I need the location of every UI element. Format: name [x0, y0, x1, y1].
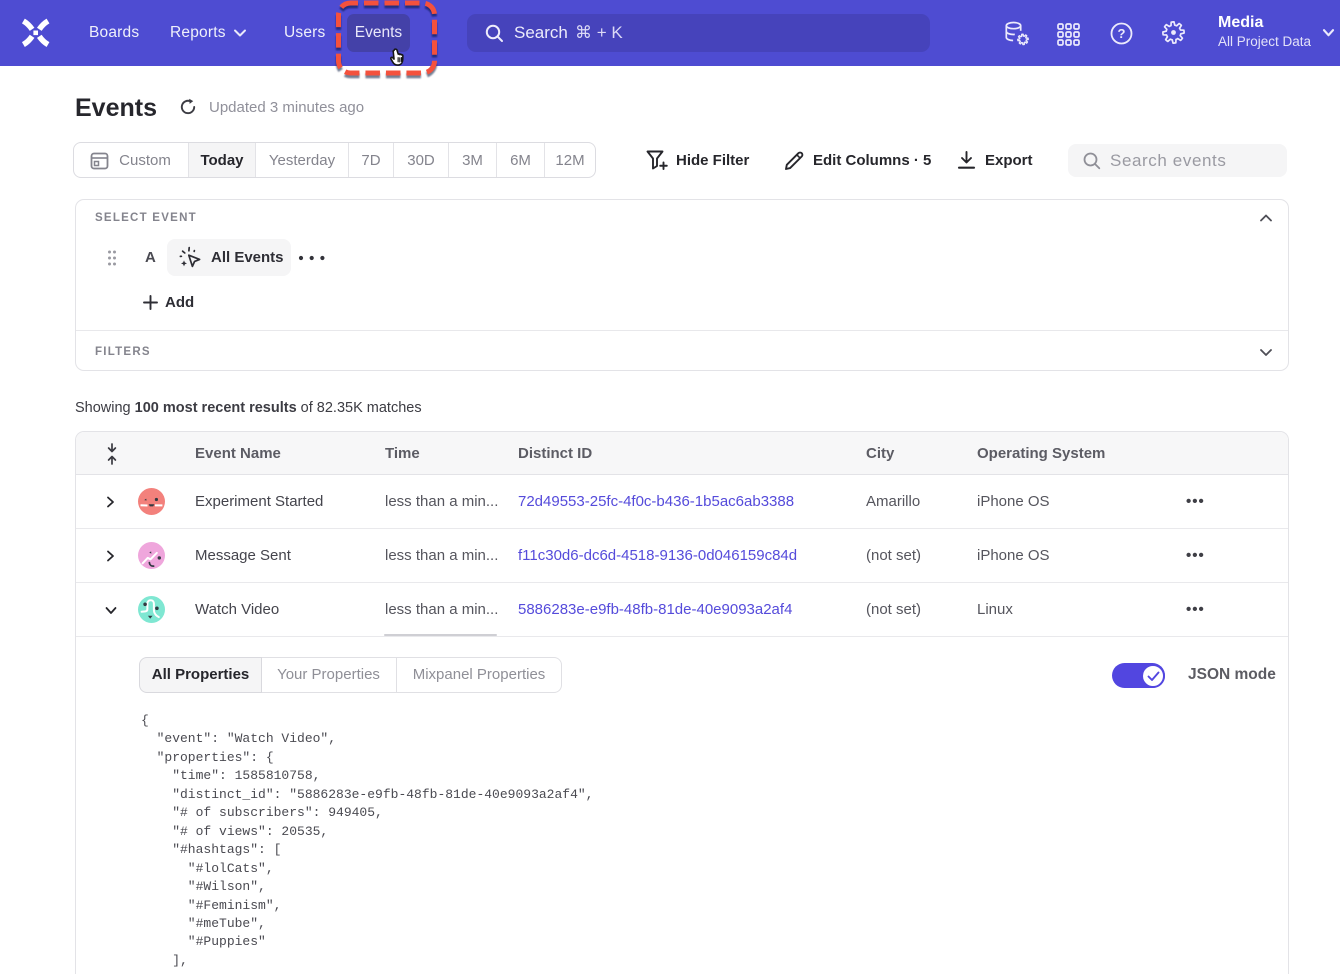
svg-text:?: ?	[1118, 26, 1126, 41]
